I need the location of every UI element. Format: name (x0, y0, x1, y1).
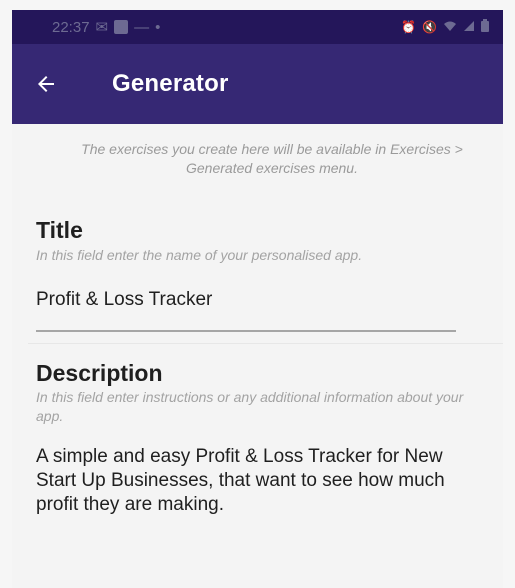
page-title: Generator (112, 70, 229, 97)
back-button[interactable] (16, 54, 76, 114)
arrow-left-icon (38, 76, 54, 92)
mute-icon: 🔇 (422, 20, 437, 34)
mail-icon: ✉ (95, 19, 109, 36)
title-heading: Title (36, 217, 83, 243)
status-right: ⏰ 🔇 (401, 19, 489, 35)
battery-icon (481, 19, 489, 35)
title-input-underline (36, 330, 456, 332)
description-heading: Description (36, 360, 163, 386)
dot-icon: • (155, 18, 161, 36)
signal-icon (463, 20, 475, 35)
status-left: 22:37 ✉ — • (52, 18, 161, 37)
section-divider (28, 343, 503, 344)
dash-icon: — (134, 18, 150, 36)
linkedin-icon (114, 20, 129, 34)
info-text: The exercises you create here will be av… (81, 141, 463, 176)
status-bar: 22:37 ✉ — • ⏰ 🔇 (12, 10, 503, 44)
title-input[interactable]: Profit & Loss Tracker (36, 289, 212, 311)
title-hint: In this field enter the name of your per… (36, 247, 363, 263)
wifi-icon (443, 20, 457, 35)
status-time: 22:37 (52, 18, 90, 36)
alarm-icon: ⏰ (401, 20, 417, 34)
description-input[interactable]: A simple and easy Profit & Loss Tracker … (36, 445, 466, 517)
generator-form: The exercises you create here will be av… (12, 124, 503, 588)
app-bar: Generator (12, 44, 503, 124)
description-hint: In this field enter instructions or any … (36, 389, 464, 424)
